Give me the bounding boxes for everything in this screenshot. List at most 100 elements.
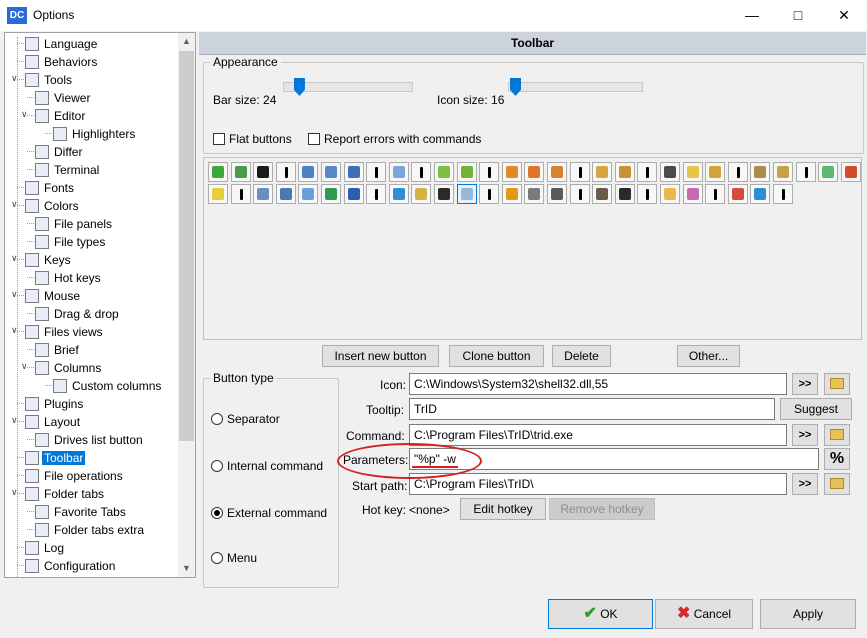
sidebar-item[interactable]: Configuration (25, 556, 117, 574)
toolbar-button[interactable] (434, 184, 454, 204)
sidebar-item[interactable]: Drives list button (35, 430, 145, 448)
scroll-down-arrow-icon[interactable]: ▼ (178, 560, 195, 577)
toolbar-button[interactable] (298, 184, 319, 204)
start-path-folder-button[interactable] (824, 473, 850, 495)
close-button[interactable]: ✕ (821, 0, 867, 31)
icon-field[interactable]: C:\Windows\System32\shell32.dll,55 (409, 373, 787, 395)
command-field[interactable]: C:\Program Files\TrID\trid.exe (409, 424, 787, 446)
sidebar-item[interactable]: Files views (25, 322, 105, 340)
toolbar-button[interactable] (275, 162, 296, 182)
toolbar-button[interactable] (321, 184, 341, 204)
toolbar-button[interactable] (253, 184, 274, 204)
scroll-up-arrow-icon[interactable]: ▲ (178, 33, 195, 50)
toolbar-button[interactable] (253, 162, 274, 182)
toolbar-button[interactable] (343, 184, 364, 204)
sidebar-item[interactable]: Fonts (25, 178, 76, 196)
sidebar-item[interactable]: Terminal (35, 160, 101, 178)
toolbar-button[interactable] (524, 162, 545, 182)
sidebar-item[interactable]: Brief (35, 340, 81, 358)
toolbar-button[interactable] (750, 162, 771, 182)
toolbar-button[interactable] (705, 162, 726, 182)
report-errors-checkbox[interactable] (308, 133, 320, 145)
sidebar-item[interactable]: Folder tabs (25, 484, 106, 502)
toolbar-button[interactable] (321, 162, 341, 182)
command-browse-button[interactable]: >> (792, 424, 818, 446)
icon-size-slider[interactable] (508, 82, 643, 92)
toolbar-button[interactable] (275, 184, 296, 204)
toolbar-button[interactable] (456, 184, 477, 204)
sidebar-item[interactable]: Columns (35, 358, 103, 376)
tooltip-field[interactable]: TrID (409, 398, 775, 420)
insert-new-button[interactable]: Insert new button (322, 345, 439, 367)
ok-button[interactable]: ✔ OK (548, 599, 653, 629)
toolbar-button[interactable] (592, 162, 613, 182)
toolbar-button[interactable] (795, 162, 816, 182)
toolbar-button[interactable] (682, 184, 703, 204)
toolbar-button[interactable] (818, 162, 839, 182)
toolbar-button[interactable] (705, 184, 726, 204)
toolbar-button[interactable] (547, 184, 567, 204)
sidebar-item[interactable]: Editor (35, 106, 87, 124)
tree-scroll-thumb[interactable] (179, 51, 194, 441)
toolbar-button[interactable] (298, 162, 319, 182)
toolbar-button[interactable] (208, 162, 228, 182)
other-button[interactable]: Other... (677, 345, 740, 367)
sidebar-item[interactable]: Viewer (35, 88, 92, 106)
toolbar-preview[interactable] (203, 157, 862, 340)
edit-hotkey-button[interactable]: Edit hotkey (460, 498, 546, 520)
delete-button[interactable]: Delete (552, 345, 611, 367)
minimize-button[interactable]: — (729, 0, 775, 31)
maximize-button[interactable]: □ (775, 0, 821, 31)
toolbar-button[interactable] (434, 162, 454, 182)
toolbar-button[interactable] (388, 162, 409, 182)
sidebar-item[interactable]: Tools (25, 70, 74, 88)
sidebar-item[interactable]: Drag & drop (35, 304, 121, 322)
toolbar-button[interactable] (479, 184, 500, 204)
toolbar-button[interactable] (230, 184, 251, 204)
toolbar-button[interactable] (660, 184, 680, 204)
toolbar-button[interactable] (569, 162, 590, 182)
suggest-button[interactable]: Suggest (780, 398, 852, 420)
sidebar-item[interactable]: Keys (25, 250, 73, 268)
sidebar-item[interactable]: Plugins (25, 394, 85, 412)
toolbar-button[interactable] (366, 162, 387, 182)
sidebar-item[interactable]: Toolbar (25, 448, 86, 466)
toolbar-button[interactable] (637, 162, 658, 182)
toolbar-button[interactable] (727, 162, 748, 182)
sidebar-item[interactable]: Colors (25, 196, 81, 214)
tree-scrollbar[interactable]: ▲ ▼ (178, 33, 195, 577)
toolbar-button[interactable] (501, 162, 522, 182)
flat-buttons-checkbox[interactable] (213, 133, 225, 145)
toolbar-button[interactable] (727, 184, 748, 204)
percent-button[interactable]: % (824, 448, 850, 470)
toolbar-button[interactable] (773, 162, 793, 182)
toolbar-button[interactable] (614, 184, 635, 204)
command-folder-button[interactable] (824, 424, 850, 446)
clone-button[interactable]: Clone button (449, 345, 544, 367)
toolbar-button[interactable] (682, 162, 703, 182)
icon-browse-button[interactable]: >> (792, 373, 818, 395)
icon-folder-button[interactable] (824, 373, 850, 395)
start-path-browse-button[interactable]: >> (792, 473, 818, 495)
sidebar-item[interactable]: Layout (25, 412, 82, 430)
sidebar-item[interactable]: Differ (35, 142, 84, 160)
sidebar-item[interactable]: Language (25, 34, 99, 52)
sidebar-item[interactable]: File operations (25, 466, 125, 484)
cancel-button[interactable]: ✖ Cancel (655, 599, 753, 629)
sidebar-item[interactable]: Log (25, 538, 66, 556)
toolbar-button[interactable] (773, 184, 793, 204)
toolbar-button[interactable] (411, 162, 432, 182)
sidebar-item[interactable]: Hot keys (35, 268, 103, 286)
apply-button[interactable]: Apply (760, 599, 856, 629)
toolbar-button[interactable] (547, 162, 567, 182)
start-path-field[interactable]: C:\Program Files\TrID\ (409, 473, 787, 495)
sidebar-item[interactable]: Highlighters (53, 124, 137, 142)
toolbar-button[interactable] (637, 184, 658, 204)
toolbar-button[interactable] (366, 184, 387, 204)
sidebar-item[interactable]: Behaviors (25, 52, 99, 70)
toolbar-button[interactable] (840, 162, 861, 182)
button-type-radio[interactable] (211, 552, 223, 564)
sidebar-item[interactable]: File types (35, 232, 107, 250)
toolbar-button[interactable] (388, 184, 409, 204)
toolbar-button[interactable] (230, 162, 251, 182)
